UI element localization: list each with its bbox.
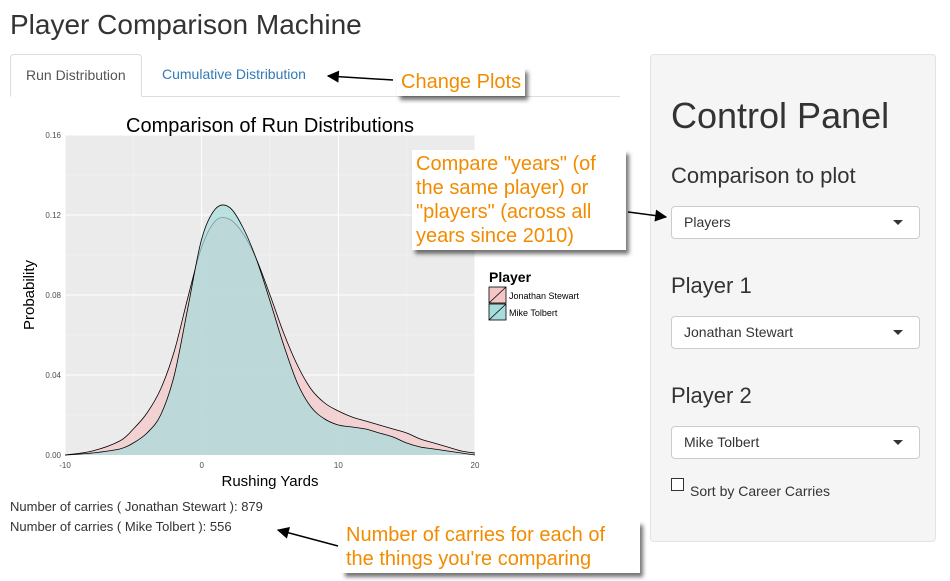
sort-checkbox[interactable] (671, 478, 684, 491)
player2-label: Player 2 (671, 383, 752, 408)
control-panel-title: Control Panel (671, 95, 890, 136)
callout-carries-line-2: the things you're comparing (346, 548, 592, 570)
y-axis-label: Probability (21, 259, 38, 330)
arrow-carries (276, 526, 339, 547)
x-tick-label: -10 (59, 461, 71, 470)
y-tick-label: 0.08 (45, 291, 61, 300)
app-title: Player Comparison Machine (10, 9, 362, 40)
callout-change-plots: Change Plots (397, 68, 526, 96)
sort-by-career-carries[interactable]: Sort by Career Carries (671, 477, 830, 499)
player2-select-value: Mike Tolbert (684, 434, 760, 450)
callout-compare-line-4: years since 2010) (416, 225, 574, 247)
comparison-label: Comparison to plot (671, 163, 856, 188)
chevron-down-icon (893, 220, 903, 225)
control-panel: Control Panel Comparison to plot Players… (650, 54, 936, 542)
x-tick-label: 20 (471, 461, 480, 470)
carries-count-player2: Number of carries ( Mike Tolbert ): 556 (10, 519, 232, 534)
callout-carries: Number of carries for each of the things… (342, 521, 640, 573)
player1-select-value: Jonathan Stewart (684, 324, 793, 340)
legend-label-mike-tolbert: Mike Tolbert (509, 308, 558, 318)
chevron-down-icon (893, 440, 903, 445)
chart-title: Comparison of Run Distributions (126, 115, 414, 137)
tab-run-distribution[interactable]: Run Distribution (10, 54, 142, 97)
tab-cumulative-distribution[interactable]: Cumulative Distribution (147, 54, 321, 95)
callout-carries-line-1: Number of carries for each of (346, 524, 605, 546)
y-tick-label: 0.00 (45, 451, 61, 460)
comparison-select[interactable]: Players (671, 206, 920, 239)
y-tick-label: 0.16 (45, 131, 61, 140)
legend-label-jonathan-stewart: Jonathan Stewart (509, 291, 580, 301)
player2-select[interactable]: Mike Tolbert (671, 426, 920, 459)
x-axis-label: Rushing Yards (221, 473, 318, 490)
player1-label: Player 1 (671, 273, 752, 298)
carries-count-player1: Number of carries ( Jonathan Stewart ): … (10, 499, 263, 514)
callout-compare-line-1: Compare "years" (of (416, 153, 596, 175)
callout-compare-line-3: "players" (across all (416, 201, 592, 223)
tab-bar: Run Distribution Cumulative Distribution (10, 54, 620, 97)
legend-title: Player (489, 269, 532, 285)
sort-checkbox-label: Sort by Career Carries (690, 483, 831, 499)
callout-compare-line-2: the same player) or (416, 177, 589, 199)
comparison-select-value: Players (684, 214, 731, 230)
x-axis-ticks: -10 0 10 20 (59, 461, 480, 470)
y-axis-ticks: 0.00 0.04 0.08 0.12 0.16 (45, 131, 61, 460)
callout-compare: Compare "years" (of the same player) or … (412, 150, 626, 250)
y-tick-label: 0.04 (45, 371, 61, 380)
x-tick-label: 10 (334, 461, 343, 470)
x-tick-label: 0 (199, 461, 204, 470)
player1-select[interactable]: Jonathan Stewart (671, 316, 920, 349)
legend: Player Jonathan Stewart Mike Tolbert (488, 269, 580, 321)
chevron-down-icon (893, 330, 903, 335)
y-tick-label: 0.12 (45, 211, 61, 220)
